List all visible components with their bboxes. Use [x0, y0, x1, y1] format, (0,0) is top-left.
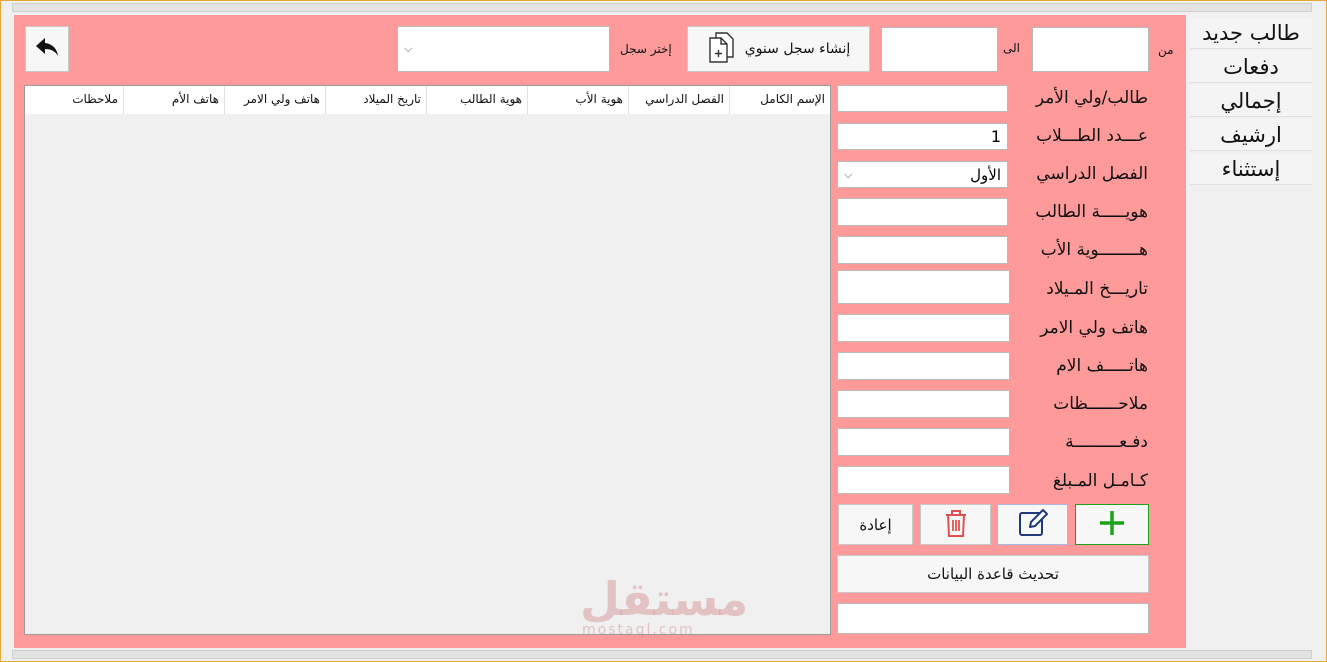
- column-header[interactable]: تاريخ الميلاد: [325, 86, 426, 114]
- payment-input[interactable]: [837, 428, 1010, 456]
- column-header[interactable]: الفصل الدراسي: [628, 86, 729, 114]
- payment-label: دفـعـــــــــة: [1065, 432, 1148, 452]
- father-id-label: هــــــــوية الأب: [1040, 240, 1148, 260]
- column-header[interactable]: الإسم الكامل: [729, 86, 830, 114]
- birthdate-input[interactable]: [837, 270, 1010, 304]
- student-id-label: هويـــــة الطالب: [1035, 202, 1148, 222]
- semester-select[interactable]: الأول ⌵: [837, 161, 1008, 188]
- update-database-button[interactable]: تحديث قاعدة البيانات: [837, 555, 1149, 593]
- sidebar-item-exception[interactable]: إستثناء: [1190, 153, 1312, 185]
- sidebar-item-total[interactable]: إجمالي: [1190, 85, 1312, 117]
- chevron-down-icon: ⌵: [844, 167, 853, 181]
- table-header: الإسم الكامل الفصل الدراسي هوية الأب هوي…: [25, 86, 830, 114]
- reset-button[interactable]: إعادة: [838, 504, 913, 545]
- sidebar-item-new-student[interactable]: طالب جديد: [1190, 17, 1312, 49]
- choose-record-select[interactable]: ⌵: [397, 26, 610, 72]
- mother-phone-input[interactable]: [837, 352, 1010, 380]
- column-header[interactable]: ملاحظات: [25, 86, 123, 114]
- new-document-icon: [707, 31, 735, 67]
- edit-button[interactable]: [997, 504, 1068, 545]
- guardian-phone-input[interactable]: [837, 314, 1010, 342]
- watermark-logo: مستقل: [580, 572, 749, 626]
- guardian-phone-label: هاتف ولي الامر: [1040, 318, 1148, 338]
- add-button[interactable]: [1075, 504, 1149, 545]
- from-label: من: [1158, 43, 1174, 57]
- semester-value: الأول: [970, 165, 1001, 184]
- semester-label: الفصل الدراسي: [1036, 164, 1148, 184]
- to-input[interactable]: [881, 27, 998, 72]
- column-header[interactable]: هاتف الأم: [123, 86, 224, 114]
- student-id-input[interactable]: [837, 198, 1008, 226]
- full-amount-input[interactable]: [837, 466, 1010, 494]
- guardian-input[interactable]: [837, 85, 1008, 112]
- from-input[interactable]: [1032, 27, 1149, 72]
- guardian-label: طالب/ولي الأمر: [1035, 88, 1148, 108]
- sidebar-item-archive[interactable]: ارشيف: [1190, 119, 1312, 151]
- create-record-label: إنشاء سجل سنوي: [744, 41, 851, 57]
- to-label: الى: [1003, 41, 1020, 55]
- birthdate-label: تاريـــخ المـيلاد: [1046, 279, 1148, 299]
- choose-record-label: إختر سجل: [620, 42, 672, 56]
- sidebar-item-payments[interactable]: دفعات: [1190, 51, 1312, 83]
- edit-icon: [1017, 508, 1049, 542]
- column-header[interactable]: هوية الطالب: [426, 86, 527, 114]
- watermark-url: mostaql.com: [582, 622, 695, 638]
- back-arrow-icon: [34, 36, 60, 62]
- top-scrollbar[interactable]: [12, 3, 1312, 12]
- bottom-scrollbar[interactable]: [12, 650, 1312, 659]
- mother-phone-label: هاتـــــف الام: [1056, 356, 1148, 376]
- sidebar: طالب جديد دفعات إجمالي ارشيف إستثناء: [1190, 15, 1312, 648]
- delete-button[interactable]: [920, 504, 991, 545]
- back-button[interactable]: [25, 26, 69, 72]
- create-annual-record-button[interactable]: إنشاء سجل سنوي: [687, 26, 870, 72]
- column-header[interactable]: هاتف ولي الامر: [224, 86, 325, 114]
- trash-icon: [943, 508, 969, 542]
- notes-label: ملاحــــــظات: [1053, 394, 1148, 414]
- chevron-down-icon: ⌵: [404, 42, 413, 55]
- father-id-input[interactable]: [837, 236, 1008, 264]
- plus-icon: [1097, 508, 1127, 542]
- column-header[interactable]: هوية الأب: [527, 86, 628, 114]
- status-input[interactable]: [837, 603, 1149, 634]
- full-amount-label: كـامـل المـبلغ: [1052, 471, 1148, 491]
- student-count-label: عـــدد الطـــلاب: [1036, 126, 1148, 146]
- notes-input[interactable]: [837, 390, 1010, 418]
- students-table[interactable]: الإسم الكامل الفصل الدراسي هوية الأب هوي…: [24, 85, 831, 635]
- student-count-input[interactable]: 1: [837, 123, 1008, 150]
